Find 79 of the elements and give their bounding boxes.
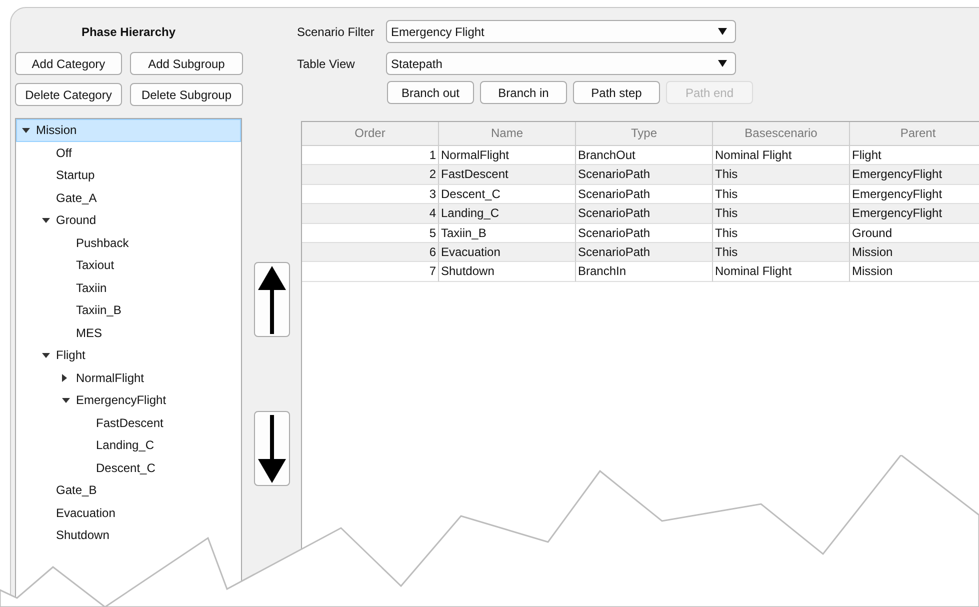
column-header[interactable]: Name bbox=[439, 122, 576, 146]
arrow-up-icon bbox=[258, 266, 286, 334]
tree-item[interactable]: Evacuation bbox=[16, 502, 241, 524]
table-cell: Ground bbox=[850, 224, 979, 243]
move-up-button[interactable] bbox=[254, 262, 290, 337]
caret-down-icon[interactable] bbox=[62, 398, 70, 403]
hierarchy-button[interactable]: Add Category bbox=[15, 52, 122, 75]
column-header[interactable]: Type bbox=[576, 122, 713, 146]
path-button[interactable]: Path step bbox=[573, 81, 660, 104]
tree-item[interactable]: Off bbox=[16, 142, 241, 164]
table-cell: EmergencyFlight bbox=[850, 165, 979, 185]
table-cell: ScenarioPath bbox=[576, 204, 713, 224]
tree-item[interactable]: Ground bbox=[16, 209, 241, 232]
hierarchy-button[interactable]: Add Subgroup bbox=[130, 52, 243, 75]
table-cell: 2 bbox=[302, 165, 439, 185]
table-cell: 5 bbox=[302, 224, 439, 243]
table-cell: This bbox=[713, 242, 850, 262]
table-cell: 6 bbox=[302, 242, 439, 262]
table-cell: ScenarioPath bbox=[576, 165, 713, 185]
tree-item[interactable]: Gate_A bbox=[16, 186, 241, 209]
table-cell: ScenarioPath bbox=[576, 224, 713, 243]
table-cell: FastDescent bbox=[439, 165, 576, 185]
table-cell: NormalFlight bbox=[439, 146, 576, 166]
tree-item[interactable]: Taxiin bbox=[16, 276, 241, 299]
column-header[interactable]: Order bbox=[302, 122, 439, 146]
caret-right-icon[interactable] bbox=[62, 374, 67, 382]
table-cell: 4 bbox=[302, 204, 439, 224]
table-cell: 1 bbox=[302, 146, 439, 166]
tree-item[interactable]: Pushback bbox=[16, 232, 241, 254]
tree-item[interactable]: Taxiout bbox=[16, 254, 241, 276]
tree-item[interactable]: EmergencyFlight bbox=[16, 389, 241, 412]
caret-down-icon[interactable] bbox=[22, 128, 30, 133]
table-cell: Nominal Flight bbox=[713, 146, 850, 166]
dropdown-arrow-icon bbox=[718, 60, 727, 67]
field-label: Scenario Filter bbox=[297, 24, 376, 38]
table-cell: ScenarioPath bbox=[576, 184, 713, 204]
tree-item[interactable]: FastDescent bbox=[16, 412, 241, 434]
tree-item[interactable]: NormalFlight bbox=[16, 366, 241, 389]
caret-down-icon[interactable] bbox=[42, 218, 50, 223]
tree-item[interactable]: Flight bbox=[16, 344, 241, 366]
tree-item[interactable]: Descent_C bbox=[16, 456, 241, 479]
path-button[interactable]: Branch out bbox=[387, 81, 474, 104]
column-header[interactable]: Basescenario bbox=[713, 122, 850, 146]
table-cell: This bbox=[713, 184, 850, 204]
dropdown[interactable]: Emergency Flight bbox=[386, 20, 736, 43]
tree-item[interactable]: Gate_B bbox=[16, 479, 241, 502]
caret-down-icon[interactable] bbox=[42, 352, 50, 358]
table-cell: BranchIn bbox=[576, 262, 713, 282]
tree-item[interactable]: Taxiin_B bbox=[16, 299, 241, 322]
table-cell: ScenarioPath bbox=[576, 242, 713, 262]
column-header[interactable]: Parent bbox=[850, 122, 979, 146]
table-cell: Mission bbox=[850, 242, 979, 262]
table-cell: Shutdown bbox=[439, 262, 576, 282]
hierarchy-button[interactable]: Delete Category bbox=[15, 83, 122, 106]
table-cell: 7 bbox=[302, 262, 439, 282]
tree-item[interactable]: Landing_C bbox=[16, 434, 241, 456]
table-cell: BranchOut bbox=[576, 146, 713, 166]
table-cell: Landing_C bbox=[439, 204, 576, 224]
tree-item[interactable]: Mission bbox=[16, 119, 241, 142]
dropdown[interactable]: Statepath bbox=[386, 52, 736, 75]
panel-title: Phase Hierarchy bbox=[80, 24, 177, 41]
field-label: Table View bbox=[297, 56, 356, 70]
table-cell: EmergencyFlight bbox=[850, 204, 979, 224]
table-cell: This bbox=[713, 165, 850, 185]
table-cell: Nominal Flight bbox=[713, 262, 850, 282]
table-cell: 3 bbox=[302, 184, 439, 204]
path-button[interactable]: Branch in bbox=[480, 81, 567, 104]
dropdown-arrow-icon bbox=[718, 28, 727, 35]
tree-item[interactable]: MES bbox=[16, 322, 241, 344]
table-cell: Descent_C bbox=[439, 184, 576, 204]
table-cell: This bbox=[713, 204, 850, 224]
table-cell: Evacuation bbox=[439, 242, 576, 262]
table-cell: Taxiin_B bbox=[439, 224, 576, 243]
table-cell: This bbox=[713, 224, 850, 243]
move-down-button[interactable] bbox=[254, 411, 290, 486]
tree-item[interactable]: Shutdown bbox=[16, 524, 241, 546]
tree-item[interactable]: Startup bbox=[16, 164, 241, 186]
hierarchy-button[interactable]: Delete Subgroup bbox=[130, 83, 243, 106]
arrow-down-icon bbox=[258, 414, 286, 482]
